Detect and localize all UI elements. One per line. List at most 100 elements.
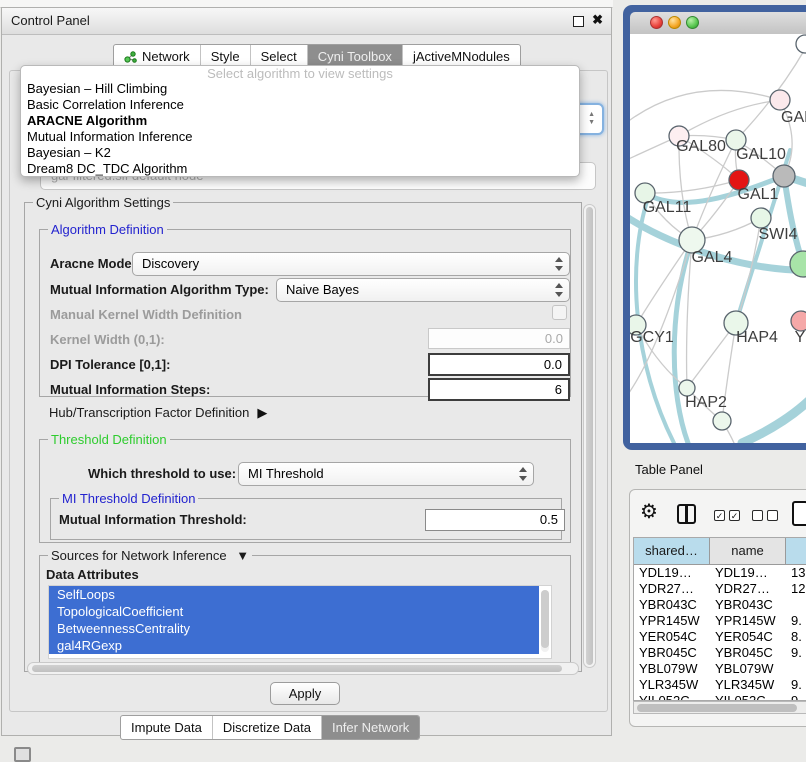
algorithm-option-basic-correlation-inference[interactable]: Basic Correlation Inference xyxy=(21,97,579,113)
table-horizontal-scrollbar[interactable] xyxy=(633,701,806,714)
control-panel-window: Control Panel ✖ NetworkStyleSelectCyni T… xyxy=(1,7,612,736)
table-rows: YDL19…YDL19…13YDR27…YDR27…12YBR043CYBR04… xyxy=(634,565,806,701)
table-row[interactable]: YPR145WYPR145W9. xyxy=(634,613,806,629)
table-cell: YIL052C xyxy=(634,693,710,701)
algorithm-option-bayesian-hill-climbing[interactable]: Bayesian – Hill Climbing xyxy=(21,81,579,97)
hub-definition-toggle[interactable]: Hub/Transcription Factor Definition▶ xyxy=(49,405,267,421)
document-icon[interactable] xyxy=(792,501,806,526)
attribute-item-selfloops[interactable]: SelfLoops xyxy=(49,586,539,603)
table-cell: 12 xyxy=(786,581,806,597)
aracne-mode-combo[interactable]: Discovery xyxy=(132,252,570,276)
table-panel-title: Table Panel xyxy=(635,462,703,477)
data-attributes-list[interactable]: SelfLoopsTopologicalCoefficientBetweenne… xyxy=(48,585,552,659)
column-header-shared[interactable]: shared… xyxy=(634,538,710,564)
tab-label: Network xyxy=(142,49,190,64)
attribute-item-gal4rgexp[interactable]: gal4RGexp xyxy=(49,637,539,654)
network-edge xyxy=(630,90,780,126)
tab-impute-data[interactable]: Impute Data xyxy=(121,716,213,739)
network-edge xyxy=(736,49,805,140)
node-label-y: Y xyxy=(795,329,806,346)
mi-threshold-label: Mutual Information Threshold: xyxy=(59,512,247,527)
network-view-window: GALGAL80GAL10GAL1GAL11SWI4GAL4GCY1HAP4YH… xyxy=(623,5,806,450)
column-layout-icon[interactable] xyxy=(677,504,696,524)
mi-steps-field[interactable]: 6 xyxy=(428,378,570,401)
network-graph[interactable]: GALGAL80GAL10GAL1GAL11SWI4GAL4GCY1HAP4YH… xyxy=(630,34,806,443)
table-cell: YDR27… xyxy=(634,581,710,597)
apply-button[interactable]: Apply xyxy=(270,682,340,705)
aracne-mode-value: Discovery xyxy=(142,253,199,275)
node-SWI4[interactable] xyxy=(751,208,771,228)
zoom-traffic-light-icon[interactable] xyxy=(686,16,699,29)
settings-vertical-scrollbar[interactable] xyxy=(583,204,596,668)
node-unnamed-top[interactable] xyxy=(796,35,806,53)
dpi-tolerance-field[interactable]: 0.0 xyxy=(428,353,570,376)
stepper-icon xyxy=(554,282,563,298)
algorithm-option-mutual-information-inference[interactable]: Mutual Information Inference xyxy=(21,129,579,145)
table-row[interactable]: YIL052CYIL052C9. xyxy=(634,693,806,701)
network-canvas[interactable]: GALGAL80GAL10GAL1GAL11SWI4GAL4GCY1HAP4YH… xyxy=(630,34,806,443)
dpi-tolerance-label: DPI Tolerance [0,1]: xyxy=(50,357,170,372)
settings-horizontal-scrollbar[interactable] xyxy=(27,662,579,675)
table-cell: YDL19… xyxy=(634,565,710,581)
tab-label: jActiveMNodules xyxy=(413,49,510,64)
mi-threshold-group: MI Threshold Definition Mutual Informati… xyxy=(50,498,562,540)
mi-threshold-group-title: MI Threshold Definition xyxy=(59,491,198,506)
node-salmon-node[interactable] xyxy=(791,311,806,331)
manual-kernel-label: Manual Kernel Width Definition xyxy=(50,307,242,322)
table-row[interactable]: YDL19…YDL19…13 xyxy=(634,565,806,581)
tab-discretize-data[interactable]: Discretize Data xyxy=(213,716,322,739)
algorithm-option-aracne-algorithm[interactable]: ARACNE Algorithm xyxy=(21,113,579,129)
node-label-hap4: HAP4 xyxy=(736,329,778,346)
table-row[interactable]: YBR045CYBR045C9. xyxy=(634,645,806,661)
stepper-icon xyxy=(518,466,527,482)
algorithm-option-dream8-dc-tdc-algorithm[interactable]: Dream8 DC_TDC Algorithm xyxy=(21,161,579,177)
collapse-arrow-icon[interactable]: ▼ xyxy=(236,548,249,563)
node-gray-node[interactable] xyxy=(773,165,795,187)
attribute-item-topologicalcoefficient[interactable]: TopologicalCoefficient xyxy=(49,603,539,620)
mi-steps-label: Mutual Information Steps: xyxy=(50,382,210,397)
column-header-a[interactable]: A xyxy=(786,538,806,564)
node-unnamed-bottom[interactable] xyxy=(713,412,731,430)
table-cell: YBL079W xyxy=(710,661,786,677)
algorithm-option-bayesian-k2[interactable]: Bayesian – K2 xyxy=(21,145,579,161)
checked-pair-icon[interactable]: ✓✓ xyxy=(714,510,740,521)
table-cell: YER054C xyxy=(710,629,786,645)
attributes-scrollbar[interactable] xyxy=(541,590,549,652)
manual-kernel-checkbox[interactable] xyxy=(552,305,567,320)
kernel-width-label: Kernel Width (0,1): xyxy=(50,332,165,347)
table-cell: YIL052C xyxy=(710,693,786,701)
table-row[interactable]: YLR345WYLR345W9. xyxy=(634,677,806,693)
table-cell: YBR043C xyxy=(634,597,710,613)
close-traffic-light-icon[interactable] xyxy=(650,16,663,29)
kernel-width-field[interactable]: 0.0 xyxy=(428,328,570,349)
minimized-panel-icon[interactable] xyxy=(14,747,31,762)
algorithm-dropdown-options: Bayesian – Hill ClimbingBasic Correlatio… xyxy=(21,81,579,177)
algorithm-definition-title: Algorithm Definition xyxy=(48,222,167,237)
mi-threshold-field[interactable]: 0.5 xyxy=(425,509,565,531)
table-row[interactable]: YDR27…YDR27…12 xyxy=(634,581,806,597)
close-icon[interactable]: ✖ xyxy=(592,12,603,28)
network-edge xyxy=(636,240,692,325)
settings-group-title: Cyni Algorithm Settings xyxy=(33,195,173,210)
table-cell: YDL19… xyxy=(710,565,786,581)
table-cell: YLR345W xyxy=(710,677,786,693)
unchecked-pair-icon[interactable] xyxy=(752,510,778,521)
node-gal-edge[interactable] xyxy=(770,90,790,110)
table-row[interactable]: YBR043CYBR043C xyxy=(634,597,806,613)
network-edge xyxy=(645,180,739,193)
mi-algorithm-type-combo[interactable]: Naive Bayes xyxy=(276,278,570,302)
tab-label: Impute Data xyxy=(131,720,202,735)
table-row[interactable]: YBL079WYBL079W xyxy=(634,661,806,677)
table-row[interactable]: YER054CYER054C8. xyxy=(634,629,806,645)
minimize-traffic-light-icon[interactable] xyxy=(668,16,681,29)
which-threshold-combo[interactable]: MI Threshold xyxy=(238,462,534,486)
threshold-definition-group: Threshold Definition Which threshold to … xyxy=(39,439,571,543)
attribute-item-betweennesscentrality[interactable]: BetweennessCentrality xyxy=(49,620,539,637)
which-threshold-label: Which threshold to use: xyxy=(88,466,236,481)
kernel-width-value: 0.0 xyxy=(545,329,563,348)
float-window-icon[interactable] xyxy=(573,16,584,27)
gear-icon[interactable]: ⚙ xyxy=(640,502,658,522)
bottom-tab-bar: Impute Data Discretize DataInfer Network xyxy=(120,715,420,740)
column-header-name[interactable]: name xyxy=(710,538,786,564)
tab-infer-network[interactable]: Infer Network xyxy=(322,716,419,739)
